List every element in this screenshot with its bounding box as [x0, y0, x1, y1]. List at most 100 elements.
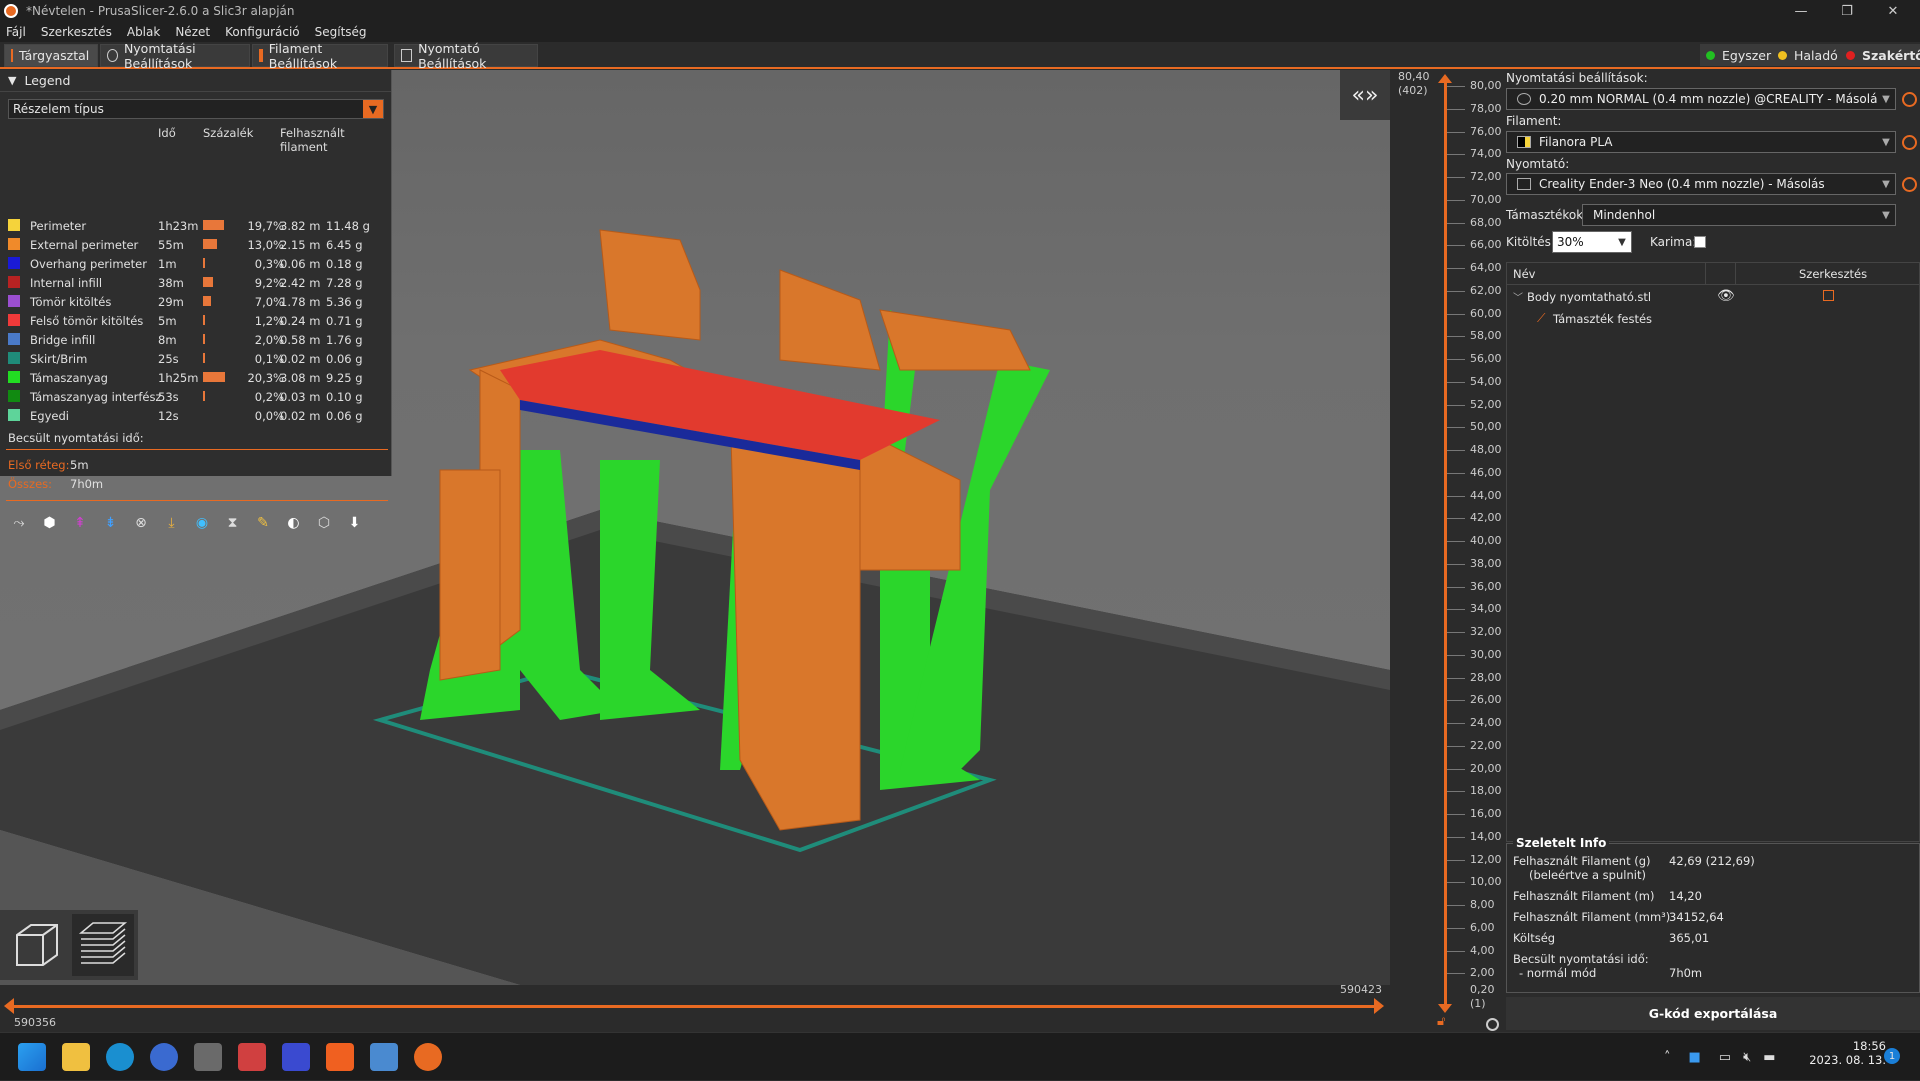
wipe-icon[interactable]: ⬢: [39, 512, 61, 534]
eye-icon[interactable]: 👁︎: [1717, 288, 1735, 304]
view-type-select[interactable]: Részelem típus ▼: [8, 99, 384, 119]
filament-combo[interactable]: Filanora PLA ▼: [1506, 131, 1896, 153]
feature-percent: 19,7%: [247, 219, 284, 233]
legend-row[interactable]: Felső tömör kitöltés 5m 1,2% 0.24 m 0.71 g: [8, 311, 388, 330]
notification-badge[interactable]: 1: [1884, 1048, 1900, 1064]
color-change-icon[interactable]: ◉: [191, 512, 213, 534]
restore-button[interactable]: ❐: [1824, 0, 1870, 22]
lock-icon[interactable]: 🔓︎: [1437, 1014, 1445, 1029]
layer-slider-top-thumb[interactable]: [1438, 74, 1452, 83]
export-gcode-button[interactable]: G-kód exportálása: [1506, 997, 1920, 1030]
legend-row[interactable]: Támaszanyag 1h25m 20,3% 3.08 m 9.25 g: [8, 368, 388, 387]
menu-edit[interactable]: Szerkesztés: [41, 25, 112, 39]
prusaslicer-taskbar-icon[interactable]: [414, 1043, 442, 1071]
3d-view-button[interactable]: [6, 914, 68, 976]
pause-icon[interactable]: ⧗: [222, 512, 244, 534]
file-explorer-icon[interactable]: [62, 1043, 90, 1071]
vertical-layer-slider[interactable]: 80,40 (402) 80,00 78,00 76,00 74,00 72,00 70,…: [1390, 70, 1506, 1031]
printer-combo[interactable]: Creality Ender-3 Neo (0.4 mm nozzle) - M…: [1506, 173, 1896, 195]
tab-filament-settings[interactable]: Filament Beállítások: [252, 41, 388, 71]
print-settings-combo[interactable]: 0.20 mm NORMAL (0.4 mm nozzle) @CREALITY…: [1506, 88, 1896, 110]
close-button[interactable]: ✕: [1870, 0, 1916, 22]
legend-row[interactable]: Támaszanyag interfész 53s 0,2% 0.03 m 0.10 g: [8, 387, 388, 406]
menu-configuration[interactable]: Konfiguráció: [225, 25, 300, 39]
travel-icon[interactable]: ⤳: [8, 512, 30, 534]
legend-row[interactable]: Perimeter 1h23m 19,7% 3.82 m 11.48 g: [8, 216, 388, 235]
mode-expert-button[interactable]: Szakértő: [1840, 44, 1920, 66]
horizontal-move-slider[interactable]: 590356 590423: [0, 983, 1390, 1031]
slider-left-thumb[interactable]: [4, 998, 14, 1014]
save-app-icon[interactable]: [282, 1043, 310, 1071]
tab-print-settings[interactable]: Nyomtatási Beállítások: [100, 41, 250, 71]
media-player-icon[interactable]: [194, 1043, 222, 1071]
tab-printer-settings[interactable]: Nyomtató Beállítások: [394, 41, 538, 71]
legend-header[interactable]: ▼ Legend: [0, 70, 391, 92]
battery-icon[interactable]: ▬: [1763, 1050, 1775, 1065]
network-icon[interactable]: ▭: [1719, 1050, 1731, 1065]
slider-right-thumb[interactable]: [1374, 998, 1384, 1014]
minimize-button[interactable]: —: [1778, 0, 1824, 22]
tick-label: 46,00: [1470, 465, 1502, 479]
menu-file[interactable]: Fájl: [6, 25, 26, 39]
object-child-row[interactable]: ⟋ Támaszték festés: [1507, 309, 1919, 329]
legend-row[interactable]: Internal infill 38m 9,2% 2.42 m 7.28 g: [8, 273, 388, 292]
feature-weight: 0.18 g: [326, 257, 363, 271]
tick-mark: [1447, 154, 1465, 156]
deretractions-icon[interactable]: ⇟: [100, 512, 122, 534]
info-time-label: Becsült nyomtatási idő:: [1513, 952, 1649, 966]
seams-icon[interactable]: ⊗: [130, 512, 152, 534]
object-row[interactable]: ﹀ Body nyomtatható.stl 👁︎: [1507, 287, 1919, 307]
legend-row[interactable]: External perimeter 55m 13,0% 2.15 m 6.45 g: [8, 235, 388, 254]
edit-column-header[interactable]: Szerkesztés: [1799, 267, 1867, 281]
edge-browser-icon[interactable]: [106, 1043, 134, 1071]
edit-preset-gear-icon[interactable]: [1902, 92, 1917, 107]
snipping-tool-icon[interactable]: [238, 1043, 266, 1071]
collapse-sidebar-button[interactable]: «»: [1340, 70, 1390, 120]
tick-mark: [1447, 859, 1465, 861]
custom-gcode-icon[interactable]: ✎: [252, 512, 274, 534]
tab-plater[interactable]: Tárgyasztal: [4, 44, 98, 67]
mode-advanced-button[interactable]: Haladó: [1772, 44, 1844, 66]
name-column-header[interactable]: Név: [1513, 267, 1535, 281]
infill-combo[interactable]: 30% ▼: [1552, 231, 1632, 253]
photos-icon[interactable]: [370, 1043, 398, 1071]
legend-row[interactable]: Skirt/Brim 25s 0,1% 0.02 m 0.06 g: [8, 349, 388, 368]
edit-preset-gear-icon[interactable]: [1902, 177, 1917, 192]
menu-window[interactable]: Ablak: [127, 25, 160, 39]
tool-marker-icon[interactable]: ⬇: [344, 512, 366, 534]
gear-icon[interactable]: [1486, 1018, 1499, 1031]
first-layer-value: 5m: [70, 458, 89, 472]
legend-row[interactable]: Egyedi 12s 0,0% 0.02 m 0.06 g: [8, 406, 388, 425]
cog-icon: [1517, 93, 1531, 105]
feature-time: 5m: [158, 314, 177, 328]
tick-label: 22,00: [1470, 738, 1502, 752]
expand-chevron-icon[interactable]: ﹀: [1513, 289, 1523, 304]
filezilla-icon[interactable]: [326, 1043, 354, 1071]
center-of-gravity-icon[interactable]: ◐: [283, 512, 305, 534]
preview-layers-button[interactable]: [72, 914, 134, 976]
show-hidden-icons-icon[interactable]: ˄: [1664, 1050, 1671, 1065]
tab-filament-settings-label: Filament Beállítások: [268, 40, 338, 71]
tool-change-icon[interactable]: ⤓: [161, 512, 183, 534]
edit-preset-gear-icon[interactable]: [1902, 135, 1917, 150]
feature-name: Skirt/Brim: [30, 352, 88, 366]
volume-muted-icon[interactable]: 🔇︎: [1743, 1050, 1751, 1065]
tick-label: 36,00: [1470, 579, 1502, 593]
filament-color-icon: [1517, 136, 1531, 148]
start-icon[interactable]: [18, 1043, 46, 1071]
tray-app-icon[interactable]: ■: [1689, 1050, 1701, 1065]
retractions-icon[interactable]: ⇞: [69, 512, 91, 534]
tick-mark: [1447, 632, 1465, 633]
legend-row[interactable]: Tömör kitöltés 29m 7,0% 1.78 m 5.36 g: [8, 292, 388, 311]
brim-checkbox[interactable]: [1694, 236, 1706, 248]
shells-icon[interactable]: ⬡: [313, 512, 335, 534]
menu-help[interactable]: Segítség: [315, 25, 367, 39]
clock[interactable]: 18:56 2023. 08. 13.: [1796, 1039, 1886, 1067]
legend-row[interactable]: Overhang perimeter 1m 0,3% 0.06 m 0.18 g: [8, 254, 388, 273]
layer-slider-bottom-thumb[interactable]: [1438, 1004, 1452, 1013]
app-icon[interactable]: [150, 1043, 178, 1071]
menu-view[interactable]: Nézet: [175, 25, 210, 39]
supports-combo[interactable]: Mindenhol ▼: [1582, 204, 1896, 226]
legend-row[interactable]: Bridge infill 8m 2,0% 0.58 m 1.76 g: [8, 330, 388, 349]
edit-icon[interactable]: [1823, 290, 1834, 301]
